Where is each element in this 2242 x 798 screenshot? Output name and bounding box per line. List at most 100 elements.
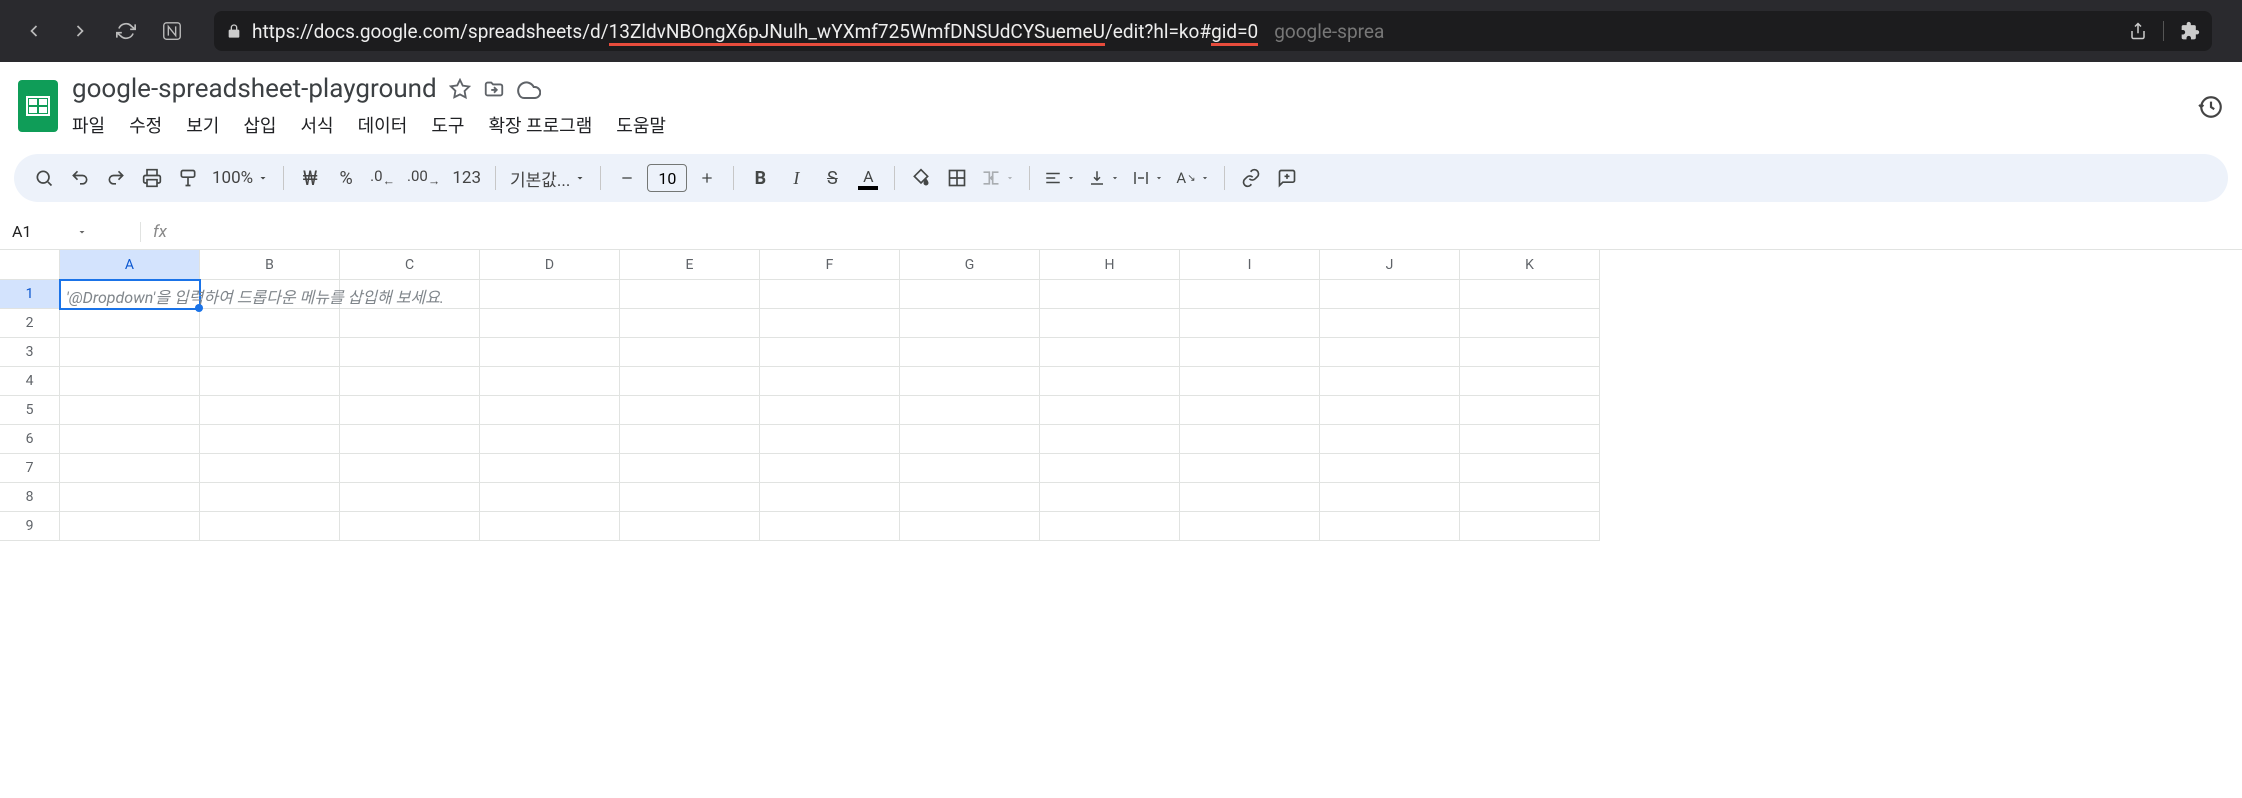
cell[interactable] [340,367,480,396]
menu-data[interactable]: 데이터 [358,112,408,138]
cell[interactable] [340,512,480,541]
row-header-5[interactable]: 5 [0,396,60,425]
cell[interactable] [1180,280,1320,309]
cell[interactable] [900,512,1040,541]
cell[interactable] [760,396,900,425]
increase-font-button[interactable] [691,162,723,194]
cell[interactable] [620,425,760,454]
cell[interactable] [340,309,480,338]
browser-forward[interactable] [66,17,94,45]
cell[interactable] [60,512,200,541]
cell[interactable] [60,367,200,396]
cell[interactable] [200,483,340,512]
cell[interactable] [1040,338,1180,367]
menu-view[interactable]: 보기 [186,112,219,138]
vertical-align-button[interactable] [1084,162,1124,194]
cell[interactable] [1040,309,1180,338]
cell[interactable] [340,483,480,512]
insert-link-button[interactable] [1235,162,1267,194]
merge-cells-button[interactable] [977,162,1019,194]
cell[interactable] [200,396,340,425]
zoom-dropdown[interactable]: 100% [208,162,273,194]
cell[interactable] [620,483,760,512]
cell[interactable] [1320,309,1460,338]
browser-reload[interactable] [112,17,140,45]
cell[interactable] [480,338,620,367]
borders-button[interactable] [941,162,973,194]
cell[interactable] [1320,483,1460,512]
cell[interactable] [340,338,480,367]
cell[interactable] [1180,338,1320,367]
select-all-corner[interactable] [0,250,60,280]
cell[interactable] [60,425,200,454]
insert-comment-button[interactable] [1271,162,1303,194]
cell[interactable] [1180,309,1320,338]
cell[interactable] [480,309,620,338]
menu-help[interactable]: 도움말 [616,112,666,138]
row-header-4[interactable]: 4 [0,367,60,396]
print-button[interactable] [136,162,168,194]
cell[interactable] [620,280,760,309]
col-header-k[interactable]: K [1460,250,1600,280]
cell[interactable] [620,454,760,483]
cell[interactable] [1320,338,1460,367]
currency-button[interactable]: ₩ [294,162,326,194]
cell[interactable] [1180,367,1320,396]
cell[interactable] [900,483,1040,512]
cell-a1[interactable]: '@Dropdown'을 입력하여 드롭다운 메뉴를 삽입해 보세요. [60,280,200,309]
bold-button[interactable]: B [744,162,776,194]
cell[interactable] [1320,280,1460,309]
cell[interactable] [60,396,200,425]
col-header-g[interactable]: G [900,250,1040,280]
cell[interactable] [1180,396,1320,425]
row-header-6[interactable]: 6 [0,425,60,454]
cell[interactable] [760,338,900,367]
cell[interactable] [200,309,340,338]
cell[interactable] [480,367,620,396]
cell[interactable] [900,338,1040,367]
increase-decimal-button[interactable]: .00→ [403,162,444,194]
cell[interactable] [620,512,760,541]
cell[interactable] [480,483,620,512]
browser-back[interactable] [20,17,48,45]
cell[interactable] [1040,512,1180,541]
row-header-9[interactable]: 9 [0,512,60,541]
cell[interactable] [1460,280,1600,309]
cell[interactable] [480,396,620,425]
row-header-3[interactable]: 3 [0,338,60,367]
cell[interactable] [340,425,480,454]
cell[interactable] [200,338,340,367]
row-header-1[interactable]: 1 [0,280,60,309]
cell[interactable] [1320,512,1460,541]
cell[interactable] [900,396,1040,425]
cell[interactable] [620,396,760,425]
cell[interactable] [1460,512,1600,541]
cell[interactable] [340,396,480,425]
cell[interactable] [760,367,900,396]
cell[interactable] [480,512,620,541]
decrease-font-button[interactable] [611,162,643,194]
cell[interactable] [1320,396,1460,425]
fill-color-button[interactable] [905,162,937,194]
cell[interactable] [1040,280,1180,309]
cell[interactable] [480,425,620,454]
cell[interactable] [1320,454,1460,483]
cell[interactable] [760,425,900,454]
browser-n-icon[interactable] [158,17,186,45]
cell[interactable] [1180,512,1320,541]
cell[interactable] [1040,425,1180,454]
cell[interactable] [760,512,900,541]
cell[interactable] [900,425,1040,454]
cell[interactable] [760,483,900,512]
paint-format-button[interactable] [172,162,204,194]
cell[interactable] [340,454,480,483]
cell[interactable] [1320,425,1460,454]
row-header-7[interactable]: 7 [0,454,60,483]
col-header-c[interactable]: C [340,250,480,280]
cell[interactable] [1180,425,1320,454]
url-bar[interactable]: https://docs.google.com/spreadsheets/d/1… [214,11,2212,51]
cell[interactable] [1460,454,1600,483]
cell[interactable] [60,483,200,512]
cell[interactable] [480,454,620,483]
cell[interactable] [200,367,340,396]
